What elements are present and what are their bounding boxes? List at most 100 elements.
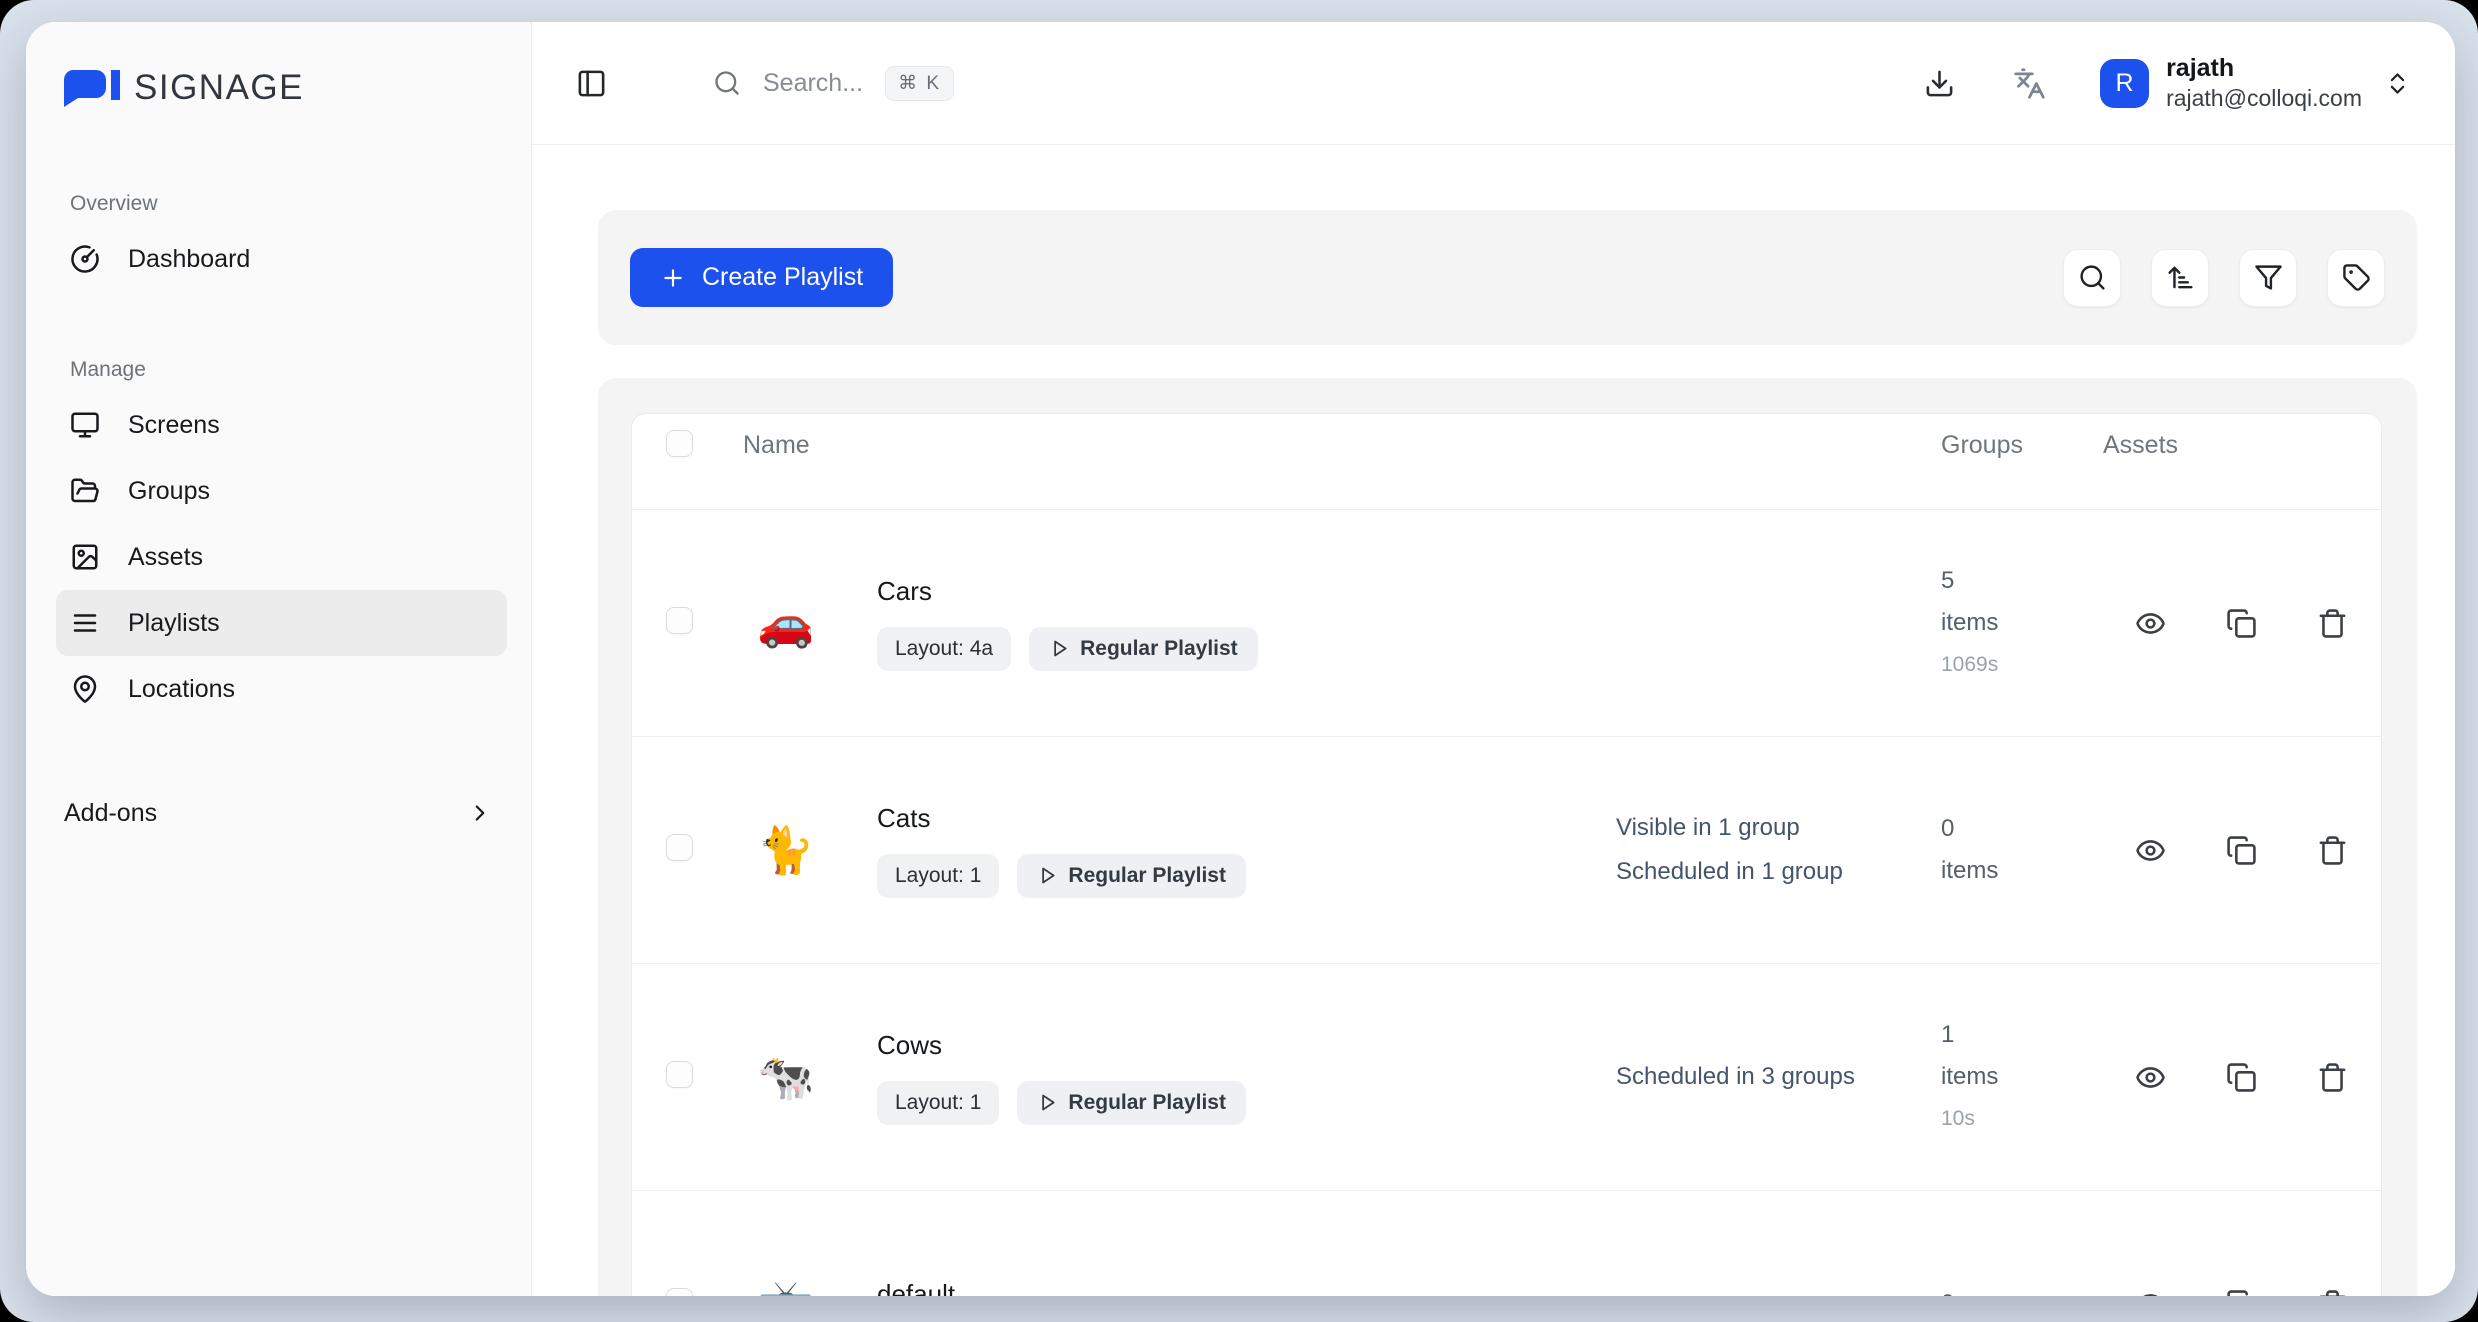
group-status-line: Scheduled in 3 groups xyxy=(1616,1055,1856,1099)
sidebar-item-playlists[interactable]: Playlists xyxy=(56,590,507,656)
column-header-groups: Groups xyxy=(1941,431,2103,460)
tag-icon xyxy=(2342,263,2371,292)
table-search-button[interactable] xyxy=(2063,249,2121,307)
sort-button[interactable] xyxy=(2151,249,2209,307)
assets-count: 5 xyxy=(1941,560,2103,602)
copy-icon xyxy=(2226,608,2257,639)
row-actions xyxy=(2103,835,2353,866)
layout-badge: Layout: 4a xyxy=(877,627,1011,671)
row-actions xyxy=(2103,1062,2353,1093)
eye-icon xyxy=(2135,608,2166,639)
search-icon xyxy=(713,69,741,97)
create-playlist-button[interactable]: Create Playlist xyxy=(630,248,893,307)
playlist-emoji: 🐈 xyxy=(757,827,877,873)
view-button[interactable] xyxy=(2135,608,2166,639)
playlist-name[interactable]: Cats xyxy=(877,803,1616,834)
user-avatar[interactable]: R xyxy=(2100,59,2149,108)
sidebar-item-screens[interactable]: Screens xyxy=(56,392,507,458)
sidebar-item-label: Groups xyxy=(128,477,210,506)
assets-cell: 0 xyxy=(1941,1283,2103,1296)
view-button[interactable] xyxy=(2135,1289,2166,1297)
row-checkbox[interactable] xyxy=(666,607,693,634)
filter-button[interactable] xyxy=(2239,249,2297,307)
play-icon xyxy=(1037,1092,1058,1113)
sidebar-item-assets[interactable]: Assets xyxy=(56,524,507,590)
delete-button[interactable] xyxy=(2317,1062,2348,1093)
playlist-type-badge: Regular Playlist xyxy=(1029,627,1258,671)
table-row: 🐈 Cats Layout: 1 Regular Playlist Visibl… xyxy=(632,736,2381,963)
playlist-badges: Layout: 4a Regular Playlist xyxy=(877,627,1616,671)
search-input[interactable]: Search... ⌘ K xyxy=(713,66,954,101)
trash-icon xyxy=(2317,1062,2348,1093)
toolbar-icon-buttons xyxy=(2063,249,2385,307)
sidebar-item-groups[interactable]: Groups xyxy=(56,458,507,524)
gauge-icon xyxy=(70,244,100,274)
row-checkbox[interactable] xyxy=(666,1061,693,1088)
row-checkbox[interactable] xyxy=(666,834,693,861)
view-button[interactable] xyxy=(2135,835,2166,866)
group-status-line: Visible in 1 group xyxy=(1616,806,1856,850)
delete-button[interactable] xyxy=(2317,835,2348,866)
row-checkbox[interactable] xyxy=(666,1288,693,1296)
copy-icon xyxy=(2226,1062,2257,1093)
duplicate-button[interactable] xyxy=(2226,835,2257,866)
layout-badge: Layout: 1 xyxy=(877,1081,999,1125)
playlist-name[interactable]: default xyxy=(877,1279,1616,1297)
view-button[interactable] xyxy=(2135,1062,2166,1093)
tags-button[interactable] xyxy=(2327,249,2385,307)
translate-icon[interactable] xyxy=(2013,67,2046,100)
avatar-initial: R xyxy=(2116,69,2134,98)
play-icon xyxy=(1049,638,1070,659)
assets-unit: items xyxy=(1941,1056,2103,1098)
topbar-actions: R rajath rajath@colloqi.com xyxy=(1924,53,2411,113)
brand-logo: SIGNAGE xyxy=(56,68,507,108)
sidebar-item-label: Playlists xyxy=(128,609,220,638)
sidebar-item-dashboard[interactable]: Dashboard xyxy=(56,226,507,292)
play-icon xyxy=(1037,865,1058,886)
list-icon xyxy=(70,608,100,638)
sidebar-item-addons[interactable]: Add-ons xyxy=(56,786,507,840)
table-body: 🚗 Cars Layout: 4a Regular Playlist 5 ite… xyxy=(632,509,2381,1296)
delete-button[interactable] xyxy=(2317,608,2348,639)
table-row: 🐄 Cows Layout: 1 Regular Playlist Schedu… xyxy=(632,963,2381,1190)
assets-count: 0 xyxy=(1941,1283,2103,1296)
map-pin-icon xyxy=(70,674,100,704)
playlist-name[interactable]: Cars xyxy=(877,576,1616,607)
groups-cell: Visible in 1 groupScheduled in 1 group xyxy=(1616,806,1856,894)
copy-icon xyxy=(2226,1289,2257,1297)
table-row: 📺 default 0 xyxy=(632,1190,2381,1296)
playlist-name[interactable]: Cows xyxy=(877,1030,1616,1061)
section-label-overview: Overview xyxy=(70,192,507,216)
sidebar-toggle-button[interactable] xyxy=(576,68,607,99)
sidebar-item-locations[interactable]: Locations xyxy=(56,656,507,722)
playlist-badges: Layout: 1 Regular Playlist xyxy=(877,1081,1616,1125)
select-all-checkbox[interactable] xyxy=(666,430,693,457)
chevrons-up-down-icon[interactable] xyxy=(2384,70,2411,97)
assets-cell: 5 items 1069s xyxy=(1941,560,2103,686)
user-name: rajath xyxy=(2166,53,2362,84)
delete-button[interactable] xyxy=(2317,1289,2348,1297)
screenshot-stage: SIGNAGE Overview Dashboard Manage xyxy=(0,0,2478,1322)
assets-count: 0 xyxy=(1941,808,2103,850)
assets-unit: items xyxy=(1941,602,2103,644)
duplicate-button[interactable] xyxy=(2226,1289,2257,1297)
duplicate-button[interactable] xyxy=(2226,1062,2257,1093)
search-placeholder: Search... xyxy=(763,69,863,98)
assets-count: 1 xyxy=(1941,1014,2103,1056)
download-button[interactable] xyxy=(1924,68,1955,99)
sidebar-item-label: Screens xyxy=(128,411,220,440)
sidebar: SIGNAGE Overview Dashboard Manage xyxy=(26,22,532,1296)
monitor-icon xyxy=(70,410,100,440)
playlist-type-badge: Regular Playlist xyxy=(1017,1081,1246,1125)
copy-icon xyxy=(2226,835,2257,866)
eye-icon xyxy=(2135,1289,2166,1297)
user-email: rajath@colloqi.com xyxy=(2166,84,2362,113)
duplicate-button[interactable] xyxy=(2226,608,2257,639)
table-header: Name Groups Assets xyxy=(632,414,2381,509)
playlist-type-badge: Regular Playlist xyxy=(1017,854,1246,898)
sort-ascending-icon xyxy=(2166,263,2195,292)
addons-label: Add-ons xyxy=(64,799,157,828)
trash-icon xyxy=(2317,1289,2348,1297)
search-icon xyxy=(2078,263,2107,292)
groups-cell: Scheduled in 3 groups xyxy=(1616,1055,1856,1099)
